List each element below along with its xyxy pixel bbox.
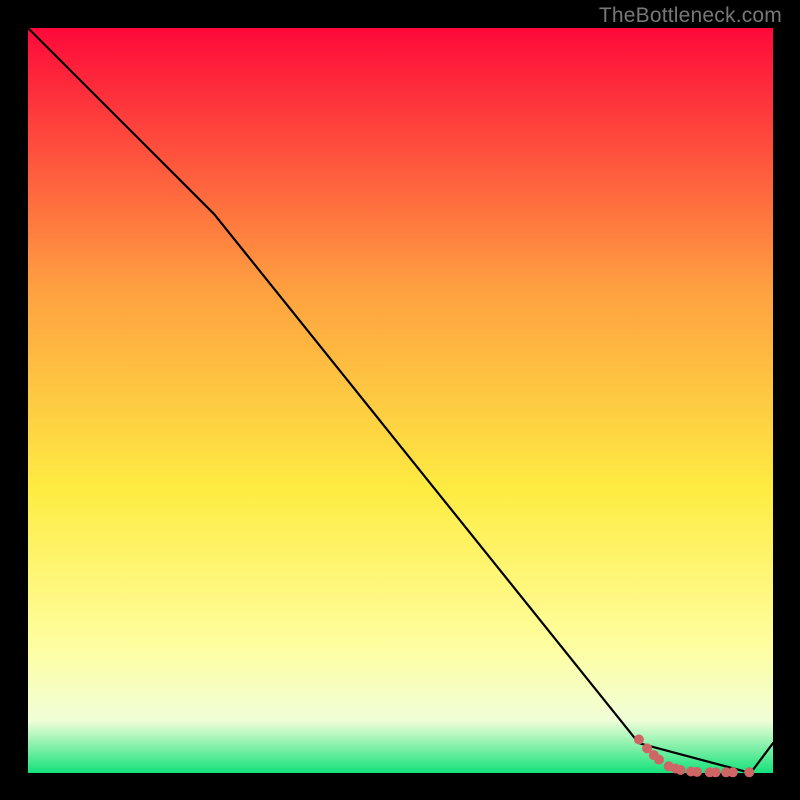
curve-dot xyxy=(634,735,644,745)
chart-svg xyxy=(0,0,800,800)
curve-dot xyxy=(711,767,721,777)
curve-dot xyxy=(744,767,754,777)
watermark-text: TheBottleneck.com xyxy=(599,4,782,28)
curve-dot xyxy=(728,767,738,777)
curve-dot xyxy=(692,767,702,777)
curve-dot xyxy=(676,765,686,775)
curve-dot xyxy=(654,755,664,765)
chart-container: TheBottleneck.com xyxy=(0,0,800,800)
